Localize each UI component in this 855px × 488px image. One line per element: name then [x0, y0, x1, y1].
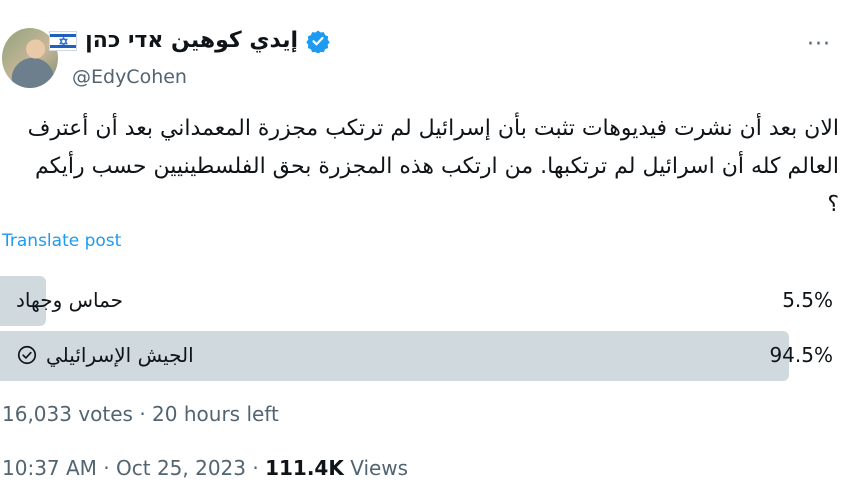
views-count: 111.4K: [265, 456, 344, 480]
author-header: إيدي كوهين אדי כהן: [49, 28, 330, 53]
poll-option[interactable]: الجيش الإسرائيلي 94.5%: [0, 331, 855, 381]
views-label: Views: [343, 456, 409, 480]
tweet-text: الان بعد أن نشرت فيديوهات تثبت بأن إسرائ…: [27, 116, 839, 217]
poll-summary: 16,033 votes · 20 hours left: [2, 402, 279, 426]
more-options-icon[interactable]: ···: [807, 32, 831, 57]
verified-badge-icon: [306, 30, 330, 53]
israel-flag-icon: [49, 30, 78, 51]
translate-post-link[interactable]: Translate post: [2, 231, 121, 251]
poll-option-label: الجيش الإسرائيلي: [16, 343, 194, 367]
poll-option-percent: 5.5%: [782, 288, 833, 312]
poll-option-label: حماس وجهاد: [16, 288, 124, 312]
poll-option-percent: 94.5%: [769, 343, 833, 367]
check-circle-icon: [17, 345, 37, 365]
author-handle[interactable]: @EdyCohen: [72, 66, 187, 88]
tweet-footer: 10:37 AM · Oct 25, 2023 · 111.4K Views: [2, 456, 408, 480]
timestamp[interactable]: 10:37 AM · Oct 25, 2023 ·: [2, 456, 265, 480]
poll-option[interactable]: حماس وجهاد 5.5%: [0, 276, 855, 326]
author-name[interactable]: إيدي كوهين אדי כהן: [85, 28, 298, 53]
